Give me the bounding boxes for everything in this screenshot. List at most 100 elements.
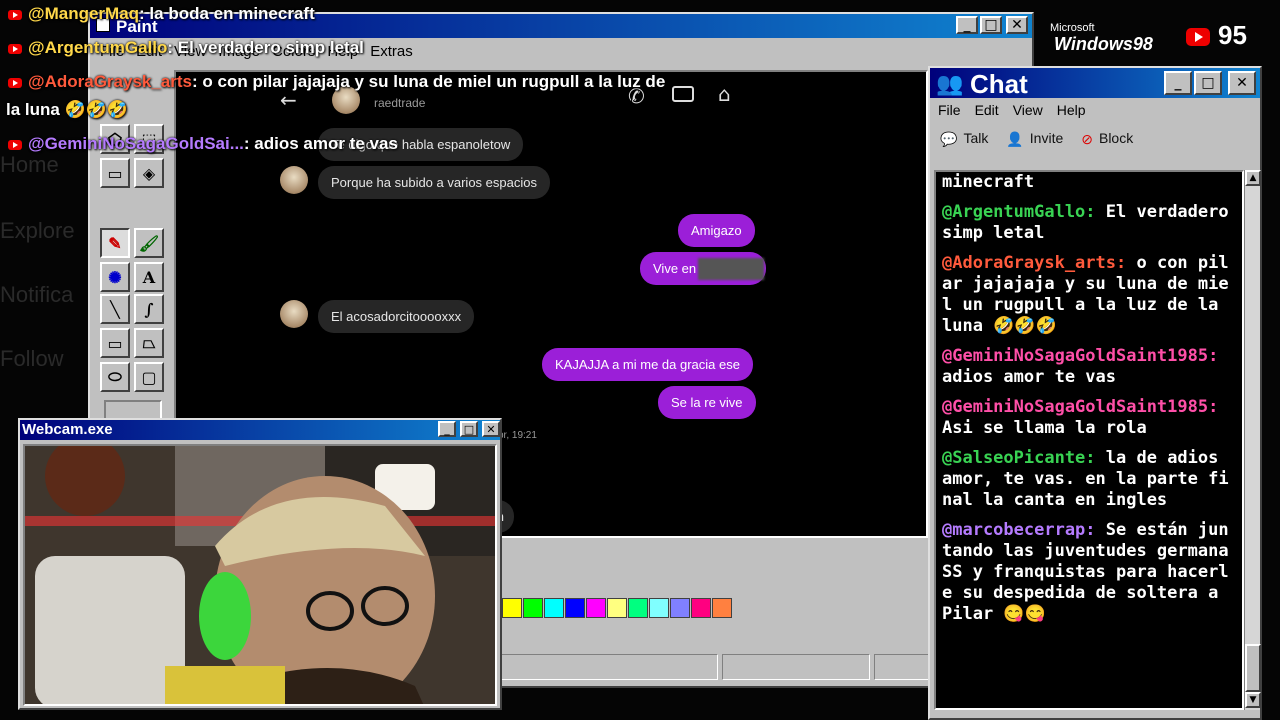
overlay-username: @ArgentumGallo [28,38,168,57]
dm-message-out: Se la re vive [658,386,756,419]
palette-swatch[interactable] [670,598,690,618]
dm-message-out: Vive en [640,252,767,285]
polygon-tool[interactable]: ⏢ [134,328,164,358]
blurred-redaction [698,258,764,280]
palette-swatch[interactable] [586,598,606,618]
chat-username[interactable]: @SalseoPicante: [942,448,1096,468]
chat-text: minecraft [942,172,1035,192]
video-icon[interactable] [672,86,694,102]
chat-menubar: File Edit View Help [938,102,1086,118]
chat-username[interactable]: @ArgentumGallo: [942,202,1096,222]
overlay-username: @AdoraGraysk_arts [28,72,192,91]
scroll-up-button[interactable]: ▲ [1245,170,1261,186]
chat-message: @AdoraGraysk_arts: o con pilar jajajaja … [942,253,1238,337]
chat-title: Chat [970,69,1028,99]
maximize-button[interactable]: □ [460,421,478,437]
webcam-scene [25,446,495,704]
chat-menu-help[interactable]: Help [1057,102,1086,118]
text-tool[interactable]: A [134,262,164,292]
maximize-button[interactable]: □ [1194,71,1222,95]
minimize-button[interactable]: _ [438,421,456,437]
color-palette [502,598,733,622]
palette-swatch[interactable] [607,598,627,618]
pencil-tool[interactable]: ✎ [100,228,130,258]
minimize-button[interactable]: _ [1164,71,1192,95]
curve-tool[interactable]: ∫ [134,294,164,324]
webcam-window: Webcam.exe _ □ ✕ [18,418,502,710]
youtube-icon [8,9,22,20]
palette-swatch[interactable] [523,598,543,618]
chat-username[interactable]: @AdoraGraysk_arts: [942,253,1126,273]
airbrush-tool[interactable]: ✺ [100,262,130,292]
palette-swatch[interactable] [502,598,522,618]
viewer-count: 95 [1218,20,1247,50]
talk-label: Talk [963,130,989,146]
palette-swatch[interactable] [691,598,711,618]
invite-icon: 👤 [1006,130,1024,147]
paint-toolbox: ⬠ ⬚ ▭ ◈ ✎ 🖌 ✺ A ╲ ∫ ▭ ⏢ ⬭ ▢ [100,66,168,490]
webcam-titlebar[interactable]: Webcam.exe [20,420,500,440]
chat-username[interactable]: @marcobecerrap: [942,520,1096,540]
palette-swatch[interactable] [544,598,564,618]
bg-nav-notifications: Notifica [0,282,74,307]
overlay-username: @GeminiNoSagaGoldSai... [28,134,244,153]
chat-message: @marcobecerrap: Se están juntando las ju… [942,520,1238,625]
palette-swatch[interactable] [712,598,732,618]
brush-tool[interactable]: 🖌 [134,228,164,258]
dm-message-in: Porque ha subido a varios espacios [318,166,550,199]
block-label: Block [1098,130,1134,146]
line-tool[interactable]: ╲ [100,294,130,324]
rounded-rect-tool[interactable]: ▢ [134,362,164,392]
chat-username[interactable]: @GeminiNoSagaGoldSaint1985: [942,397,1218,417]
dm-message-out: KAJAJJA a mi me da gracia ese [542,348,753,381]
dm-username[interactable]: raedtrade [374,96,425,110]
brand-small: Microsoft [1050,22,1095,34]
chat-messages[interactable]: minecraft @ArgentumGallo: El verdadero si… [934,170,1244,710]
overlay-text: : adios amor te vas [243,134,398,153]
chat-scrollbar[interactable]: ▲ ▼ [1244,170,1261,710]
ellipse-tool[interactable]: ⬭ [100,362,130,392]
palette-swatch[interactable] [628,598,648,618]
block-icon: ⊘ [1081,130,1093,147]
palette-swatch[interactable] [649,598,669,618]
tag-icon[interactable]: ⌂ [718,82,731,106]
palette-swatch[interactable] [565,598,585,618]
close-button[interactable]: ✕ [1228,71,1256,95]
rectangle-tool[interactable]: ▭ [100,328,130,358]
stream-screen: Home Explore Notifica Follow Paint _ □ ✕… [0,0,1280,720]
dm-message-out: Amigazo [678,214,755,247]
maximize-button[interactable]: □ [980,16,1002,34]
brand-windows98: Windows98 [1054,34,1153,54]
talk-button[interactable]: 💬 Talk [940,130,988,148]
chat-menu-edit[interactable]: Edit [975,102,999,118]
minimize-button[interactable]: _ [956,16,978,34]
overlay-text: la luna 🤣🤣🤣 [6,100,129,119]
dm-message-in: El acosadorcitooooxxx [318,300,475,333]
chat-menu-view[interactable]: View [1013,102,1043,118]
close-button[interactable]: ✕ [1006,16,1028,34]
chat-message: @GeminiNoSagaGoldSaint1985: Asi se llama… [942,397,1238,439]
fill-tool[interactable]: ◈ [134,158,164,188]
close-button[interactable]: ✕ [482,421,500,437]
eraser-tool[interactable]: ▭ [100,158,130,188]
bg-nav-home: Home [0,152,59,177]
bg-nav-follow: Follow [0,346,64,371]
chat-username[interactable]: @GeminiNoSagaGoldSaint1985: [942,346,1218,366]
avatar [280,300,308,328]
invite-label: Invite [1029,130,1064,146]
overlay-text: : El verdadero simp letal [167,38,364,57]
chat-message: minecraft [942,172,1238,193]
block-button[interactable]: ⊘ Block [1081,130,1133,148]
chat-menu-file[interactable]: File [938,102,961,118]
overlay-chat-line: la luna 🤣🤣🤣 [6,100,128,120]
scroll-down-button[interactable]: ▼ [1245,692,1261,708]
youtube-icon [8,43,22,54]
menu-extras[interactable]: Extras [370,43,413,62]
invite-button[interactable]: 👤 Invite [1006,130,1063,148]
overlay-chat-line: @ArgentumGallo: El verdadero simp letal [8,38,364,58]
chat-window: 👥 Chat _ □ ✕ File Edit View Help 💬 Talk 👤… [928,66,1262,720]
scroll-thumb[interactable] [1245,644,1261,692]
bg-nav-explore: Explore [0,218,75,243]
youtube-icon [1186,28,1210,46]
chat-message: @ArgentumGallo: El verdadero simp letal [942,202,1238,244]
